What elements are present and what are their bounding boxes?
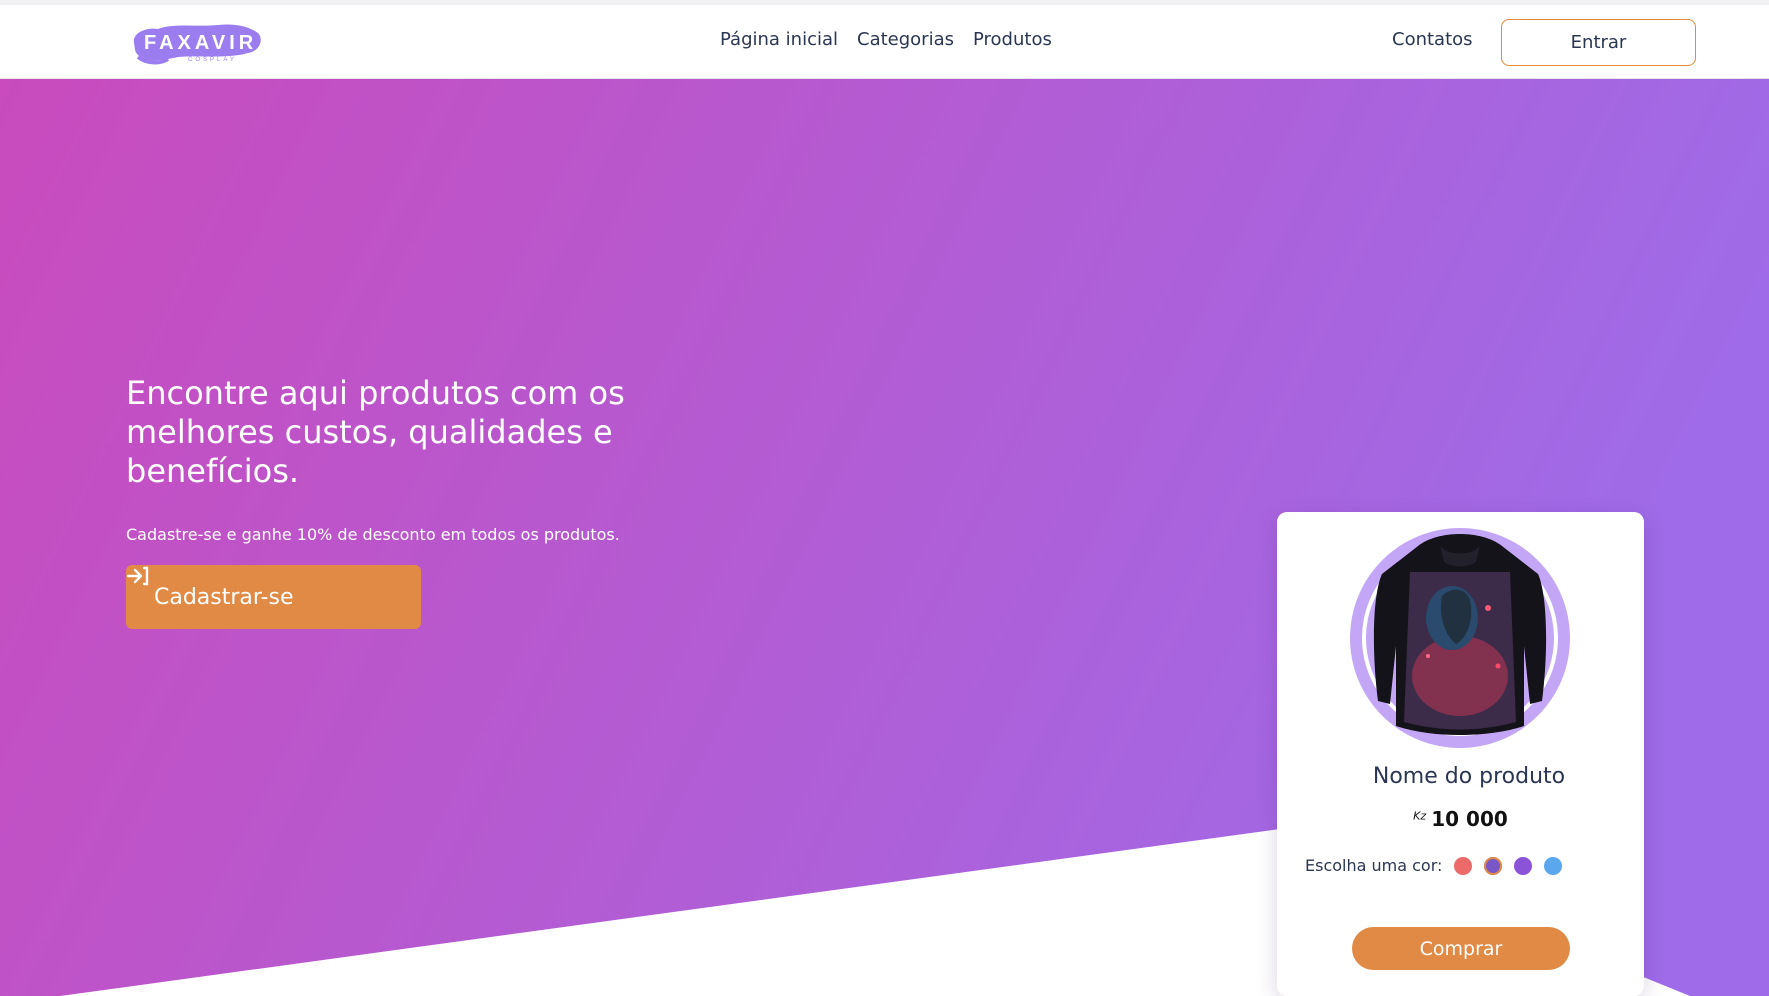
nav-contacts[interactable]: Contatos (1392, 29, 1473, 50)
product-card: Nome do produto Kz 10 000 Escolha uma co… (1277, 512, 1644, 996)
color-swatch-purple-selected[interactable] (1484, 856, 1503, 875)
nav-home[interactable]: Página inicial (720, 29, 838, 50)
signup-label: Cadastrar-se (154, 584, 294, 610)
login-button[interactable]: Entrar (1501, 19, 1696, 66)
color-swatch-violet[interactable] (1514, 856, 1533, 875)
nav-categories[interactable]: Categorias (857, 29, 954, 50)
color-picker: Escolha uma cor: (1305, 856, 1574, 875)
logo-subtext: COSPLAY (188, 57, 237, 63)
color-label: Escolha uma cor: (1305, 856, 1443, 875)
color-swatch-blue[interactable] (1544, 856, 1563, 875)
nav-products[interactable]: Produtos (973, 29, 1052, 50)
color-swatch-red[interactable] (1454, 856, 1473, 875)
logo-text: FAXAVIR (144, 32, 257, 54)
product-image[interactable] (1348, 526, 1572, 750)
navbar: FAXAVIR COSPLAY Página inicial Categoria… (0, 5, 1769, 79)
hoodie-icon (1350, 528, 1570, 748)
price-currency: Kz (1413, 809, 1427, 823)
product-name: Nome do produto (1372, 764, 1566, 789)
product-price: Kz 10 000 (1277, 807, 1644, 831)
buy-button[interactable]: Comprar (1352, 927, 1570, 970)
price-value: 10 000 (1431, 807, 1508, 831)
hero-title: Encontre aqui produtos com os melhores c… (126, 374, 625, 490)
signup-button[interactable]: Cadastrar-se (126, 565, 421, 629)
login-arrow-icon (126, 566, 149, 586)
logo-brush-icon: FAXAVIR COSPLAY (133, 24, 261, 65)
brand-logo[interactable]: FAXAVIR COSPLAY (128, 19, 268, 69)
hero-subtitle: Cadastre-se e ganhe 10% de desconto em t… (126, 525, 620, 544)
main-nav: Página inicial Categorias Produtos (720, 29, 1052, 50)
